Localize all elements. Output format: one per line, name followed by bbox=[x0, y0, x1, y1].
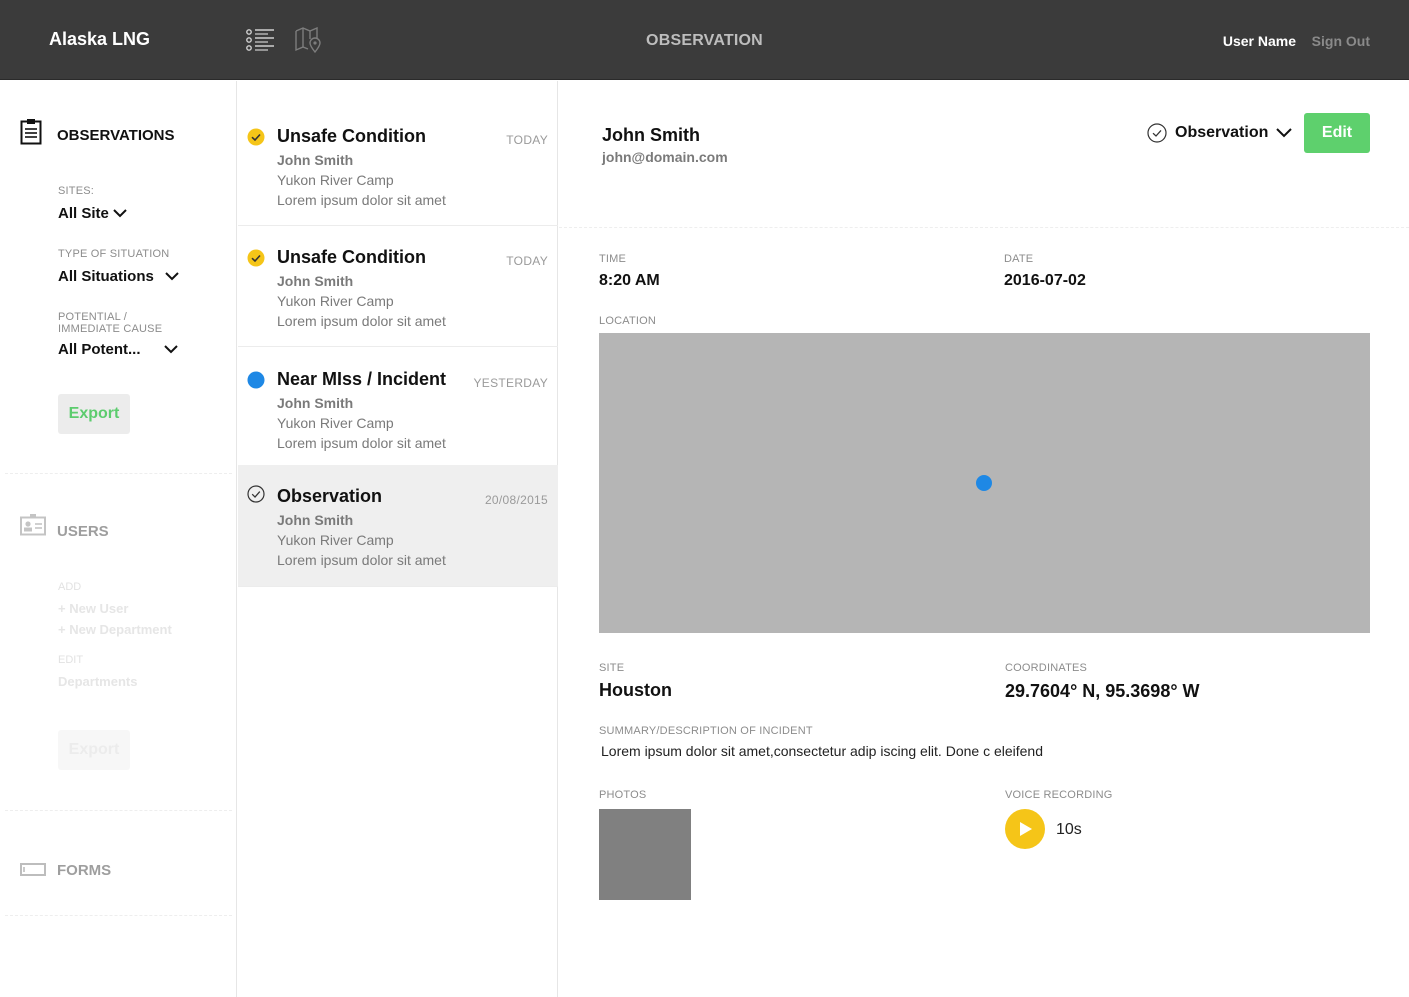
edit-label: EDIT bbox=[58, 654, 84, 666]
brand-logo[interactable]: Alaska LNG bbox=[49, 29, 150, 50]
map-pin-icon[interactable] bbox=[976, 475, 992, 491]
summary-text: Lorem ipsum dolor sit amet,consectetur a… bbox=[601, 743, 1043, 759]
outline-check-icon bbox=[1147, 123, 1167, 143]
observation-type-value: Observation bbox=[1175, 124, 1269, 141]
export-users-button[interactable]: Export bbox=[58, 730, 130, 770]
user-name[interactable]: User Name bbox=[1223, 33, 1296, 49]
reporter-email: john@domain.com bbox=[602, 149, 728, 165]
voice-recording-label: VOICE RECORDING bbox=[1005, 789, 1113, 801]
form-icon bbox=[20, 863, 46, 876]
photos-label: PHOTOS bbox=[599, 789, 647, 801]
export-observations-button[interactable]: Export bbox=[58, 394, 130, 434]
id-card-icon bbox=[20, 514, 46, 536]
list-item[interactable]: Unsafe Condition TODAY John Smith Yukon … bbox=[238, 226, 558, 347]
list-item-description: Lorem ipsum dolor sit amet bbox=[277, 552, 446, 568]
page-title: OBSERVATION bbox=[646, 32, 763, 49]
list-item-description: Lorem ipsum dolor sit amet bbox=[277, 435, 446, 451]
list-item-description: Lorem ipsum dolor sit amet bbox=[277, 313, 446, 329]
summary-label: SUMMARY/DESCRIPTION OF INCIDENT bbox=[599, 725, 813, 737]
list-item[interactable]: Near MIss / Incident YESTERDAY John Smit… bbox=[238, 348, 558, 469]
list-item-date: TODAY bbox=[506, 133, 548, 147]
list-item-date: YESTERDAY bbox=[473, 376, 548, 390]
location-label: LOCATION bbox=[599, 315, 657, 327]
list-item-name: John Smith bbox=[277, 152, 354, 168]
cause-filter-label-line2: IMMEDIATE CAUSE bbox=[58, 323, 163, 335]
cause-filter-label-line1: POTENTIAL / bbox=[58, 311, 128, 323]
cause-filter-dropdown[interactable]: All Potent... bbox=[58, 341, 179, 358]
time-label: TIME bbox=[599, 253, 627, 265]
coordinates-value: 29.7604° N, 95.3698° W bbox=[1005, 681, 1200, 701]
date-value: 2016-07-02 bbox=[1004, 272, 1086, 289]
chevron-down-icon bbox=[113, 209, 127, 218]
list-item[interactable]: Unsafe Condition TODAY John Smith Yukon … bbox=[238, 105, 558, 226]
play-icon bbox=[1020, 822, 1032, 836]
outline-check-icon bbox=[247, 485, 265, 503]
situation-filter-value: All Situations bbox=[58, 268, 154, 285]
chevron-down-icon bbox=[165, 272, 179, 281]
coordinates-label: COORDINATES bbox=[1005, 662, 1088, 674]
cause-filter-value: All Potent... bbox=[58, 341, 141, 358]
list-item-title: Near MIss / Incident bbox=[277, 369, 447, 389]
sites-filter-label: SITES: bbox=[58, 185, 95, 197]
yellow-check-icon bbox=[247, 249, 265, 267]
detail-divider bbox=[559, 227, 1409, 228]
top-bar: Alaska LNG OBSERVATION User Name Sign Ou… bbox=[0, 0, 1409, 80]
observation-list: Unsafe Condition TODAY John Smith Yukon … bbox=[238, 81, 558, 997]
yellow-check-icon bbox=[247, 128, 265, 146]
observation-detail: John Smith john@domain.com Observation E… bbox=[559, 81, 1409, 997]
sites-filter-value: All Site bbox=[58, 205, 109, 222]
list-item-location: Yukon River Camp bbox=[277, 293, 394, 309]
sidebar-divider bbox=[5, 473, 232, 474]
list-item-date: TODAY bbox=[506, 254, 548, 268]
sites-filter-dropdown[interactable]: All Site bbox=[58, 205, 127, 222]
sidebar-item-forms[interactable]: FORMS bbox=[57, 862, 111, 879]
list-item-date: 20/08/2015 bbox=[484, 493, 548, 507]
edit-button[interactable]: Edit bbox=[1304, 113, 1370, 153]
new-user-link[interactable]: + New User bbox=[58, 601, 128, 616]
sidebar-item-users[interactable]: USERS bbox=[57, 523, 109, 540]
list-icon[interactable] bbox=[246, 27, 274, 53]
blue-dot-icon bbox=[247, 371, 265, 389]
sidebar: OBSERVATIONS SITES: All Site TYPE OF SIT… bbox=[0, 81, 237, 997]
situation-filter-label: TYPE OF SITUATION bbox=[58, 248, 170, 260]
map-icon[interactable] bbox=[295, 27, 323, 53]
site-label: SITE bbox=[599, 662, 625, 674]
clipboard-icon bbox=[20, 119, 42, 145]
site-value: Houston bbox=[599, 680, 672, 700]
photo-thumbnail[interactable] bbox=[599, 809, 691, 900]
list-item-description: Lorem ipsum dolor sit amet bbox=[277, 192, 446, 208]
list-item-location: Yukon River Camp bbox=[277, 172, 394, 188]
add-label: ADD bbox=[58, 581, 82, 593]
list-item-name: John Smith bbox=[277, 512, 354, 528]
recording-duration: 10s bbox=[1056, 821, 1082, 838]
list-item-title: Observation bbox=[277, 486, 383, 506]
departments-link[interactable]: Departments bbox=[58, 674, 137, 689]
list-item-title: Unsafe Condition bbox=[277, 126, 426, 146]
chevron-down-icon bbox=[1276, 128, 1293, 138]
chevron-down-icon bbox=[163, 345, 178, 354]
list-item-title: Unsafe Condition bbox=[277, 247, 426, 267]
sign-out-link[interactable]: Sign Out bbox=[1312, 33, 1370, 49]
cause-filter-label: POTENTIAL / IMMEDIATE CAUSE bbox=[58, 311, 162, 335]
sidebar-divider bbox=[5, 810, 232, 811]
list-item-location: Yukon River Camp bbox=[277, 532, 394, 548]
list-item-location: Yukon River Camp bbox=[277, 415, 394, 431]
list-item-name: John Smith bbox=[277, 273, 354, 289]
sidebar-item-observations[interactable]: OBSERVATIONS bbox=[57, 127, 175, 144]
location-map[interactable] bbox=[599, 333, 1370, 633]
time-value: 8:20 AM bbox=[599, 272, 660, 289]
list-item[interactable]: Observation 20/08/2015 John Smith Yukon … bbox=[238, 465, 558, 587]
sidebar-divider bbox=[5, 915, 232, 916]
date-label: DATE bbox=[1004, 253, 1034, 265]
list-item-name: John Smith bbox=[277, 395, 354, 411]
situation-filter-dropdown[interactable]: All Situations bbox=[58, 268, 180, 285]
reporter-name: John Smith bbox=[602, 125, 700, 145]
observation-type-dropdown[interactable]: Observation bbox=[1147, 123, 1293, 143]
new-department-link[interactable]: + New Department bbox=[58, 622, 172, 637]
play-button[interactable] bbox=[1005, 809, 1045, 849]
